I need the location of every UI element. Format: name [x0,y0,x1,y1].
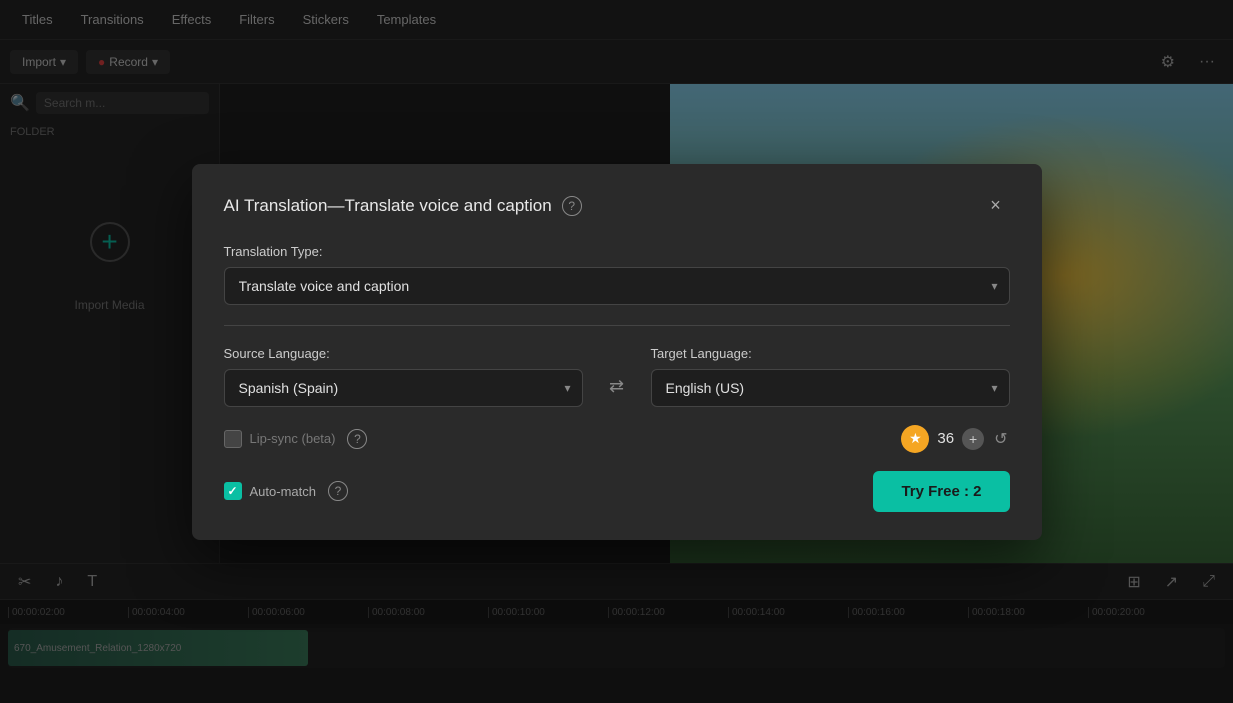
ai-translation-modal: AI Translation—Translate voice and capti… [192,164,1042,540]
source-language-label: Source Language: [224,346,583,361]
source-language-col: Source Language: Spanish (Spain) English… [224,346,583,407]
try-free-button[interactable]: Try Free : 2 [873,471,1009,512]
auto-match-group: ✓ Auto-match ? [224,481,348,501]
help-icon[interactable]: ? [562,196,582,216]
modal-title: AI Translation—Translate voice and capti… [224,196,582,216]
credits-star-icon: ★ [909,430,922,447]
checkmark-icon: ✓ [227,484,237,498]
modal-title-text: AI Translation—Translate voice and capti… [224,196,552,216]
refresh-icon: ↺ [994,431,1007,448]
swap-icon: ⇄ [609,376,624,397]
close-button[interactable]: × [982,192,1010,220]
lip-sync-checkbox[interactable] [224,430,242,448]
lip-sync-help-icon[interactable]: ? [347,429,367,449]
refresh-credits-button[interactable]: ↺ [992,427,1009,451]
auto-match-help-icon[interactable]: ? [328,481,348,501]
target-language-label: Target Language: [651,346,1010,361]
target-language-select-wrapper: English (US) Spanish (Spain) French Germ… [651,369,1010,407]
auto-match-checkbox[interactable]: ✓ [224,482,242,500]
translation-type-select-wrapper: Translate voice and caption Translate vo… [224,267,1010,305]
lip-sync-group: Lip-sync (beta) ? [224,429,368,449]
action-row: ✓ Auto-match ? Try Free : 2 [224,471,1010,512]
credits-count: 36 [937,430,954,447]
modal-overlay: AI Translation—Translate voice and capti… [0,0,1233,703]
auto-match-label: Auto-match [250,484,316,499]
lip-sync-row: Lip-sync (beta) ? ★ 36 + ↺ [224,425,1010,453]
translation-type-label: Translation Type: [224,244,1010,259]
target-language-select[interactable]: English (US) Spanish (Spain) French Germ… [651,369,1010,407]
translation-type-section: Translation Type: Translate voice and ca… [224,244,1010,305]
credits-group: ★ 36 + ↺ [901,425,1009,453]
modal-header: AI Translation—Translate voice and capti… [224,192,1010,220]
credits-badge: ★ [901,425,929,453]
source-language-select[interactable]: Spanish (Spain) English (US) French Germ… [224,369,583,407]
translation-type-select[interactable]: Translate voice and caption Translate vo… [224,267,1010,305]
language-row: Source Language: Spanish (Spain) English… [224,346,1010,407]
section-divider [224,325,1010,326]
credits-plus-button[interactable]: + [962,428,984,450]
source-language-select-wrapper: Spanish (Spain) English (US) French Germ… [224,369,583,407]
lip-sync-label: Lip-sync (beta) [250,431,336,446]
swap-languages-button[interactable]: ⇄ [599,369,635,405]
target-language-col: Target Language: English (US) Spanish (S… [651,346,1010,407]
